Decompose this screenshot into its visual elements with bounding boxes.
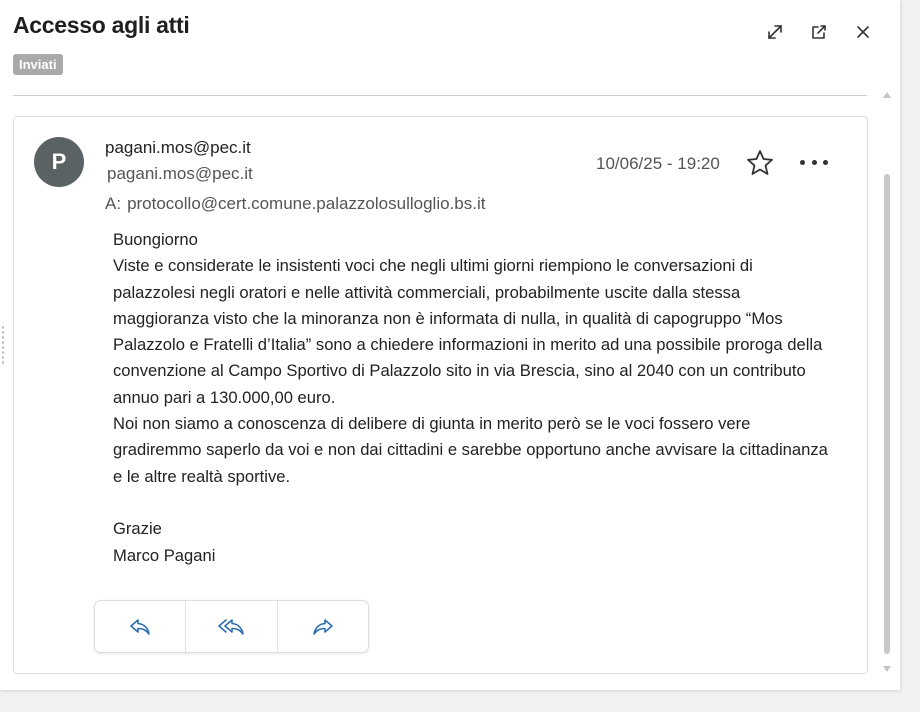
avatar: P [34,137,84,187]
scroll-down-arrow[interactable] [883,666,891,672]
star-icon[interactable] [745,148,775,178]
expand-icon[interactable] [763,20,787,44]
reply-icon [130,618,150,635]
sender-name: pagani.mos@pec.it [107,164,253,183]
body-closing: Grazie [113,519,162,539]
scrollbar[interactable] [880,92,894,672]
body-paragraph: Noi non siamo a conoscenza di delibere d… [113,414,828,486]
resize-handle[interactable] [1,325,5,365]
reply-button[interactable] [95,601,185,652]
body-signature: Marco Pagani [113,545,216,565]
close-icon[interactable] [851,20,875,44]
folder-badge: Inviati [13,54,63,75]
scrollbar-thumb[interactable] [884,174,890,654]
message-body: Buongiorno Viste e considerate le insist… [113,227,833,569]
recipient-label: A: [105,194,122,213]
body-paragraph: Viste e considerate le insistenti voci c… [113,256,823,407]
header-divider [13,95,867,96]
page-title: Accesso agli atti [13,12,190,38]
recipient-address[interactable]: protocollo@cert.comune.palazzolosullogli… [127,194,485,213]
open-external-icon[interactable] [807,20,831,44]
forward-icon [313,618,333,635]
message-card: P pagani.mos@pec.it pagani.mos@pec.it A:… [13,116,868,674]
more-options-icon[interactable] [800,151,828,173]
scroll-up-arrow[interactable] [883,92,891,98]
reply-actions [94,600,369,653]
message-panel: Accesso agli atti Inviati P pagani.mos@p… [0,0,900,690]
recipient-line: A: protocollo@cert.comune.palazzolosullog… [105,194,485,214]
message-date: 10/06/25 - 19:20 [596,154,720,173]
reply-all-button[interactable] [185,601,276,652]
sender-address[interactable]: pagani.mos@pec.it [105,138,251,158]
reply-all-icon [218,618,245,635]
body-greeting: Buongiorno [113,230,198,249]
forward-button[interactable] [276,601,368,652]
